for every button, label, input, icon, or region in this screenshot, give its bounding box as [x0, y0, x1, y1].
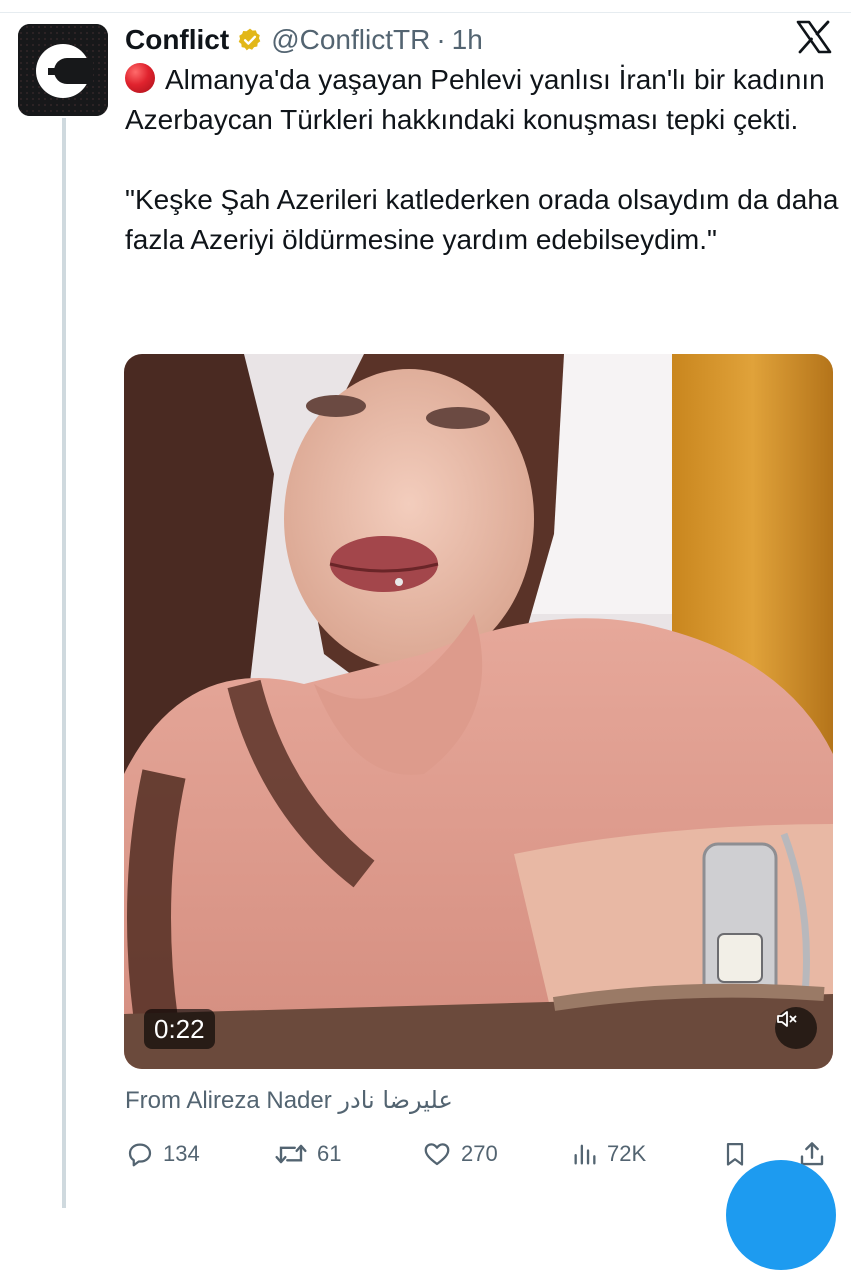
- tweet-time[interactable]: 1h: [452, 24, 483, 56]
- video-attribution[interactable]: From Alireza Nader علیرضا نادر: [125, 1086, 453, 1115]
- tweet-paragraph-2: "Keşke Şah Azerileri katlederken orada o…: [125, 184, 839, 255]
- tweet-text: Almanya'da yaşayan Pehlevi yanlısı İran'…: [125, 60, 840, 260]
- verified-badge-icon[interactable]: [237, 27, 263, 53]
- author-name[interactable]: Conflict: [125, 24, 229, 56]
- tweet-header: Conflict @ConflictTR · 1h: [125, 22, 483, 58]
- like-count: 270: [461, 1141, 498, 1166]
- thread-line: [62, 118, 66, 1208]
- action-bar: 134 61 270 72K: [125, 1134, 835, 1174]
- red-circle-icon: [125, 63, 155, 93]
- x-logo-icon: [796, 20, 832, 54]
- reply-count: 134: [163, 1141, 200, 1166]
- mute-button[interactable]: [775, 1007, 817, 1049]
- tweet-paragraph-1: Almanya'da yaşayan Pehlevi yanlısı İran'…: [125, 60, 840, 140]
- repost-count: 61: [317, 1141, 342, 1166]
- top-divider: [0, 12, 851, 13]
- reply-icon: [128, 1143, 152, 1167]
- heart-icon: [424, 1143, 450, 1166]
- views-bar-chart-icon: [574, 1144, 596, 1165]
- video-player[interactable]: 0:22: [124, 354, 833, 1069]
- video-thumbnail: [124, 354, 833, 1069]
- views-button[interactable]: 72K: [571, 1134, 646, 1174]
- attribution-name: Alireza Nader: [186, 1087, 332, 1114]
- author-avatar[interactable]: [18, 24, 108, 116]
- compose-fab-button[interactable]: [726, 1160, 836, 1270]
- view-count: 72K: [607, 1141, 647, 1166]
- attribution-name-arabic: علیرضا نادر: [338, 1086, 453, 1114]
- header-separator: ·: [436, 24, 446, 55]
- reply-button[interactable]: 134: [125, 1134, 200, 1174]
- author-handle[interactable]: @ConflictTR: [271, 24, 430, 56]
- bookmark-icon: [726, 1142, 744, 1166]
- like-button[interactable]: 270: [421, 1134, 498, 1174]
- attribution-prefix: From: [125, 1087, 181, 1114]
- speaker-muted-icon: [777, 1011, 797, 1027]
- conflict-logo: [18, 24, 108, 116]
- repost-button[interactable]: 61: [273, 1134, 341, 1174]
- tweet-paragraph-1-text: Almanya'da yaşayan Pehlevi yanlısı İran'…: [125, 64, 825, 135]
- repost-icon: [275, 1144, 307, 1164]
- video-duration: 0:22: [144, 1009, 215, 1049]
